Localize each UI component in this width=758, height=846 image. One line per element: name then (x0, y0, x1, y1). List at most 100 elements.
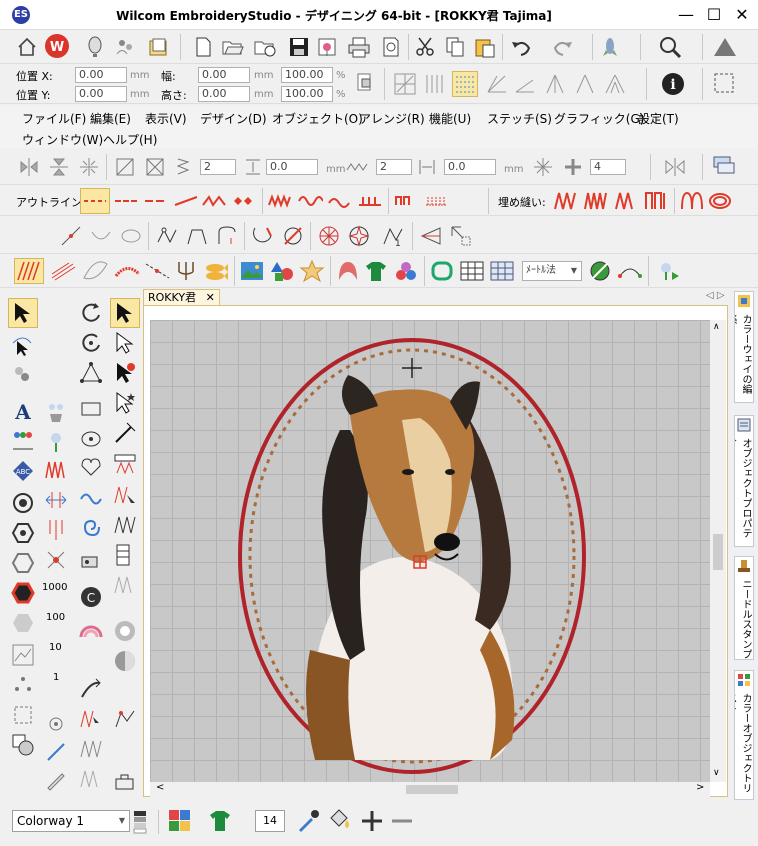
minimize-button[interactable]: — (672, 4, 700, 26)
open-icon[interactable] (220, 34, 246, 60)
tab-color-object-list[interactable]: カラーオブジェクトリスト (734, 670, 754, 800)
menu-edit[interactable]: 編集(E) (90, 110, 131, 127)
shapes-icon[interactable] (268, 258, 296, 284)
outline-blanket-icon[interactable] (356, 188, 384, 214)
reshape3-icon[interactable] (214, 223, 240, 249)
menu-graphics[interactable]: グラフィック(G) (554, 110, 644, 127)
pointer-rotate-icon[interactable] (110, 328, 140, 358)
wilcom-logo-icon[interactable]: W (44, 33, 70, 59)
mirror-tool-icon[interactable] (662, 154, 688, 180)
scroll-down-icon[interactable]: ∨ (713, 768, 720, 778)
step-value-10[interactable]: 10 (49, 642, 62, 653)
transform1-icon[interactable] (112, 154, 138, 180)
outline-satin-icon[interactable] (200, 188, 228, 214)
needle-icon[interactable] (586, 258, 614, 284)
tab-colorway-editor[interactable]: カラーウェイの編集 (734, 291, 754, 403)
pointer-pen-icon[interactable] (110, 418, 140, 448)
shape-triangle-icon[interactable] (712, 34, 738, 60)
save-graphic-icon[interactable] (314, 34, 340, 60)
undo-icon[interactable] (508, 34, 534, 60)
reshape2-icon[interactable] (184, 223, 210, 249)
tab-object-properties[interactable]: オブジェクトプロパティ (734, 415, 754, 547)
outline-wave-icon[interactable] (296, 188, 324, 214)
grid-stitch-icon[interactable] (110, 540, 140, 570)
zoom-out-icon[interactable] (388, 808, 416, 834)
branch1-icon[interactable] (542, 71, 568, 97)
stitch-select-icon[interactable] (448, 223, 474, 249)
menu-arrange[interactable]: アレンジ(R) (359, 110, 425, 127)
outline-motif-icon[interactable] (422, 188, 450, 214)
balloon-icon[interactable] (82, 34, 108, 60)
radial-icon[interactable] (316, 223, 342, 249)
menu-file[interactable]: ファイル(F) (22, 110, 86, 127)
step-value-1000[interactable]: 1000 (42, 582, 67, 593)
outline-run-icon[interactable] (80, 188, 110, 214)
fill-spiral-icon[interactable] (706, 188, 734, 214)
document-tab-close[interactable]: ✕ (206, 291, 215, 304)
fill-align-icon[interactable] (452, 71, 478, 97)
width-param-icon[interactable] (414, 154, 440, 180)
bounding-box-icon[interactable] (712, 71, 738, 97)
circle-c-icon[interactable]: C (76, 582, 106, 612)
overlap-icon[interactable] (8, 730, 38, 760)
zigzag-slant-icon[interactable] (110, 510, 140, 540)
spacing-icon[interactable] (240, 154, 266, 180)
reshape1-icon[interactable] (154, 223, 180, 249)
tshirt-color-icon[interactable] (206, 808, 234, 834)
zigzag-arrow-icon[interactable] (110, 480, 140, 510)
circle-arrow-icon[interactable] (76, 298, 106, 328)
hexagon-outline-icon[interactable] (8, 548, 38, 578)
heart-shape-icon[interactable] (76, 452, 106, 482)
fork-red-icon[interactable] (42, 516, 70, 544)
people-icon[interactable] (112, 34, 138, 60)
menu-help[interactable]: ヘルプ(H) (103, 131, 157, 148)
turning-icon[interactable]: 1 (380, 223, 406, 249)
circle-c2-icon[interactable] (110, 616, 140, 646)
pen-icon[interactable] (418, 223, 444, 249)
menu-stitch[interactable]: ステッチ(S) (487, 110, 552, 127)
leaf-icon[interactable] (80, 258, 110, 284)
texture-fill-icon[interactable] (48, 258, 78, 284)
monogram-icon[interactable]: ABC (8, 456, 38, 486)
copy-icon[interactable] (442, 34, 468, 60)
lettering-icon[interactable]: A (8, 396, 38, 426)
arrow-curve-icon[interactable] (76, 674, 106, 704)
spacing-arrows-icon[interactable] (42, 486, 70, 514)
colorway-select[interactable]: Colorway 1 ▼ (12, 810, 130, 832)
mirror-both-icon[interactable] (76, 154, 102, 180)
angle1-icon[interactable] (484, 71, 510, 97)
zigzag-up-icon[interactable] (110, 450, 140, 480)
wave-path-icon[interactable] (76, 484, 106, 514)
plant-play-icon[interactable] (654, 258, 682, 284)
app-icon[interactable]: ES (12, 6, 30, 24)
zigzag-select-icon[interactable] (76, 704, 106, 734)
grid-align-icon[interactable] (392, 71, 418, 97)
height-input[interactable]: 0.00 (198, 86, 250, 102)
outline-diamond-icon[interactable] (230, 188, 258, 214)
split-icon[interactable] (280, 223, 306, 249)
plus-param-icon[interactable] (560, 154, 586, 180)
picture-icon[interactable] (238, 258, 266, 284)
zigzag-gray-icon[interactable] (76, 734, 106, 764)
sewing-machine-icon[interactable] (76, 546, 106, 576)
palette-icon[interactable] (166, 808, 194, 834)
layers-icon[interactable] (712, 154, 738, 180)
hexagon-red-icon[interactable] (8, 578, 38, 608)
menu-window[interactable]: ウィンドウ(W) (22, 131, 103, 148)
stitch-select-tool-icon[interactable] (8, 360, 38, 390)
column-align-icon[interactable] (422, 71, 448, 97)
cut-icon[interactable] (412, 34, 438, 60)
digitize-curve-icon[interactable] (88, 223, 114, 249)
star-icon[interactable] (346, 223, 372, 249)
print-icon[interactable] (346, 34, 372, 60)
width-input[interactable]: 0.00 (198, 67, 250, 83)
digitize-line-icon[interactable] (58, 223, 84, 249)
angle2-icon[interactable] (512, 71, 538, 97)
pen-tool-icon[interactable] (42, 766, 70, 794)
new-icon[interactable] (190, 34, 216, 60)
paste-icon[interactable] (472, 34, 498, 60)
menu-object[interactable]: オブジェクト(O) (272, 110, 363, 127)
grid-icon[interactable] (458, 258, 486, 284)
tshirt-icon[interactable] (362, 258, 390, 284)
folders-icon[interactable] (146, 34, 172, 60)
